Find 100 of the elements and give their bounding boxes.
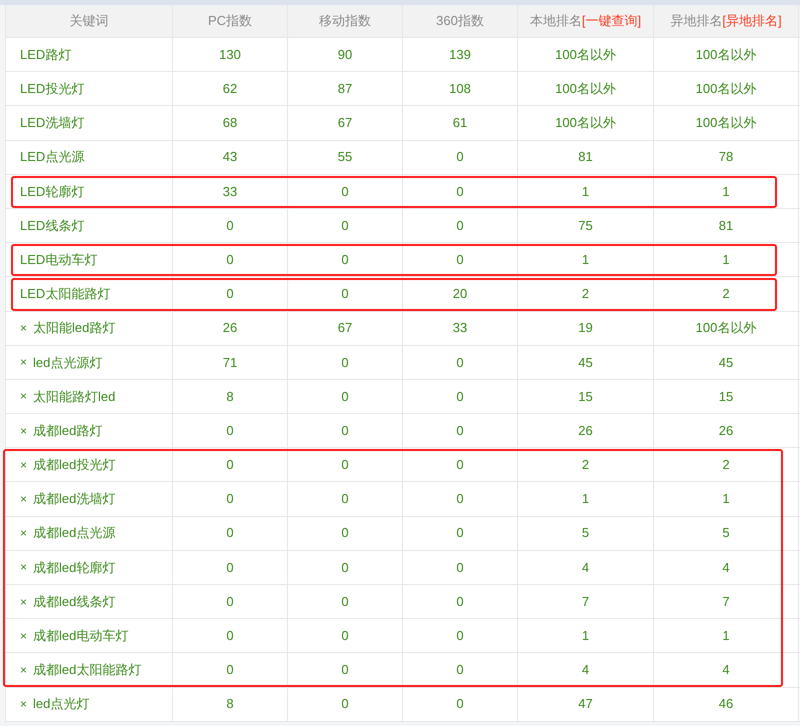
table-cell-text: 81 xyxy=(578,148,593,166)
table-cell-text: 0 xyxy=(456,558,464,577)
table-cell-text: 5 xyxy=(582,524,590,542)
table-cell-text: 0 xyxy=(341,592,349,611)
table-cell-text: 4 xyxy=(722,661,730,680)
column-header: 异地排名 xyxy=(670,12,722,30)
keyword-text: LED电动车灯 xyxy=(20,250,98,269)
table-cell-text: 130 xyxy=(219,46,241,64)
remove-button[interactable]: × xyxy=(20,390,28,402)
table-cell-text: 100名以外 xyxy=(696,114,756,132)
table-cell-text: 46 xyxy=(718,695,734,714)
table-cell-text: 0 xyxy=(341,661,349,680)
keyword-text: 成都led电动车灯 xyxy=(33,627,128,646)
table-cell-text: 0 xyxy=(341,285,349,304)
table-cell-text: 0 xyxy=(456,627,464,646)
table-cell-text: 100名以外 xyxy=(555,114,616,132)
table-cell-text: 0 xyxy=(341,250,349,269)
table-cell-text: 2 xyxy=(722,456,730,474)
table-cell-text: 45 xyxy=(718,354,734,372)
table-cell-text: 7 xyxy=(722,592,730,611)
table-cell-text: 2 xyxy=(722,285,730,304)
remove-button[interactable]: × xyxy=(20,664,28,676)
table-cell-text: 0 xyxy=(226,490,234,508)
table-cell-text: 1 xyxy=(722,250,730,269)
table-cell-text: 26 xyxy=(718,422,734,440)
table-cell-text: 0 xyxy=(341,695,349,714)
remove-button[interactable]: × xyxy=(20,698,28,710)
table-cell-text: 0 xyxy=(456,490,464,508)
remove-button[interactable]: × xyxy=(20,493,28,506)
table-cell-text: 0 xyxy=(226,592,234,611)
table-cell-text: 0 xyxy=(226,250,234,269)
remove-button[interactable]: × xyxy=(20,630,28,642)
table-cell-text: 5 xyxy=(722,524,730,542)
header-link[interactable]: [异地排名] xyxy=(722,11,782,31)
table-cell-text: 43 xyxy=(222,148,238,166)
keyword-text: 成都led太阳能路灯 xyxy=(33,661,142,680)
keyword-text: 太阳能led路灯 xyxy=(33,319,116,338)
table-cell-text: 0 xyxy=(226,661,234,680)
table-cell-text: 0 xyxy=(226,422,234,440)
table-cell-text: 0 xyxy=(456,592,464,611)
column-header: PC指数 xyxy=(208,12,252,30)
table-cell-text: 0 xyxy=(226,524,234,542)
header-link[interactable]: [一键查询] xyxy=(582,11,642,31)
table-cell-text: 67 xyxy=(338,114,352,132)
keyword-text: 成都led轮廓灯 xyxy=(33,558,116,577)
remove-button[interactable]: × xyxy=(20,458,28,471)
table-cell-text: 0 xyxy=(226,558,234,577)
table-cell-text: 100名以外 xyxy=(555,80,616,98)
table-cell-text: 100名以外 xyxy=(696,46,756,64)
keyword-text: 太阳能路灯led xyxy=(33,388,116,406)
remove-button[interactable]: × xyxy=(20,322,28,334)
remove-button[interactable]: × xyxy=(20,356,28,368)
table-cell-text: 4 xyxy=(582,661,590,680)
keyword-text: LED点光源 xyxy=(20,148,84,166)
table-cell-text: 0 xyxy=(456,388,464,406)
keyword-text: 成都led路灯 xyxy=(33,422,102,440)
table-cell-text: 1 xyxy=(722,627,730,646)
table-cell-text: 0 xyxy=(341,422,349,440)
table-cell-text: 55 xyxy=(338,148,352,166)
remove-button[interactable]: × xyxy=(20,424,28,437)
table-cell-text: 81 xyxy=(718,216,734,235)
table-cell-text: 26 xyxy=(578,422,593,440)
table-cell-text: 26 xyxy=(222,319,238,338)
table-cell-text: 2 xyxy=(582,456,590,474)
table-cell-text: 0 xyxy=(341,456,349,474)
table-cell-text: 1 xyxy=(582,250,590,269)
keyword-text: 成都led点光源 xyxy=(33,524,116,542)
table-cell-text: 0 xyxy=(456,216,464,235)
table-cell-text: 0 xyxy=(341,388,349,406)
table-cell-text: 0 xyxy=(341,354,349,372)
table-cell-text: 0 xyxy=(341,182,349,201)
table-cell-text: 0 xyxy=(341,558,349,577)
table-cell-text: 78 xyxy=(718,148,734,166)
table-cell-text: 1 xyxy=(582,182,590,201)
table-cell-text: 0 xyxy=(226,216,234,235)
table-cell-text: 0 xyxy=(456,695,464,714)
table-cell-text: 0 xyxy=(226,456,234,474)
table-cell-text: 100名以外 xyxy=(555,46,616,64)
table-cell-text: 33 xyxy=(222,182,238,201)
keyword-text: 成都led投光灯 xyxy=(33,456,116,474)
table-cell-text: 33 xyxy=(452,319,468,338)
remove-button[interactable]: × xyxy=(20,596,28,608)
table-cell-text: 61 xyxy=(452,114,468,132)
table-cell-text: 0 xyxy=(456,422,464,440)
table-cell-text: 100名以外 xyxy=(696,80,756,98)
table-cell-text: 1 xyxy=(722,182,730,201)
table-cell-text: 8 xyxy=(226,695,234,714)
keyword-text: LED路灯 xyxy=(20,46,72,64)
table-cell-text: 0 xyxy=(456,456,464,474)
table-cell-text: 15 xyxy=(718,388,734,406)
table-cell-text: 20 xyxy=(452,285,468,304)
table-cell-text: 2 xyxy=(582,285,590,304)
remove-button[interactable]: × xyxy=(20,527,28,540)
table-cell-text: 1 xyxy=(582,490,590,508)
table-cell-text: 19 xyxy=(578,319,593,338)
keyword-text: 成都led洗墙灯 xyxy=(33,490,116,508)
keyword-text: LED轮廓灯 xyxy=(20,182,84,201)
remove-button[interactable]: × xyxy=(20,561,28,574)
table-cell-text: 0 xyxy=(456,250,464,269)
table-cell-text: 47 xyxy=(578,695,593,714)
